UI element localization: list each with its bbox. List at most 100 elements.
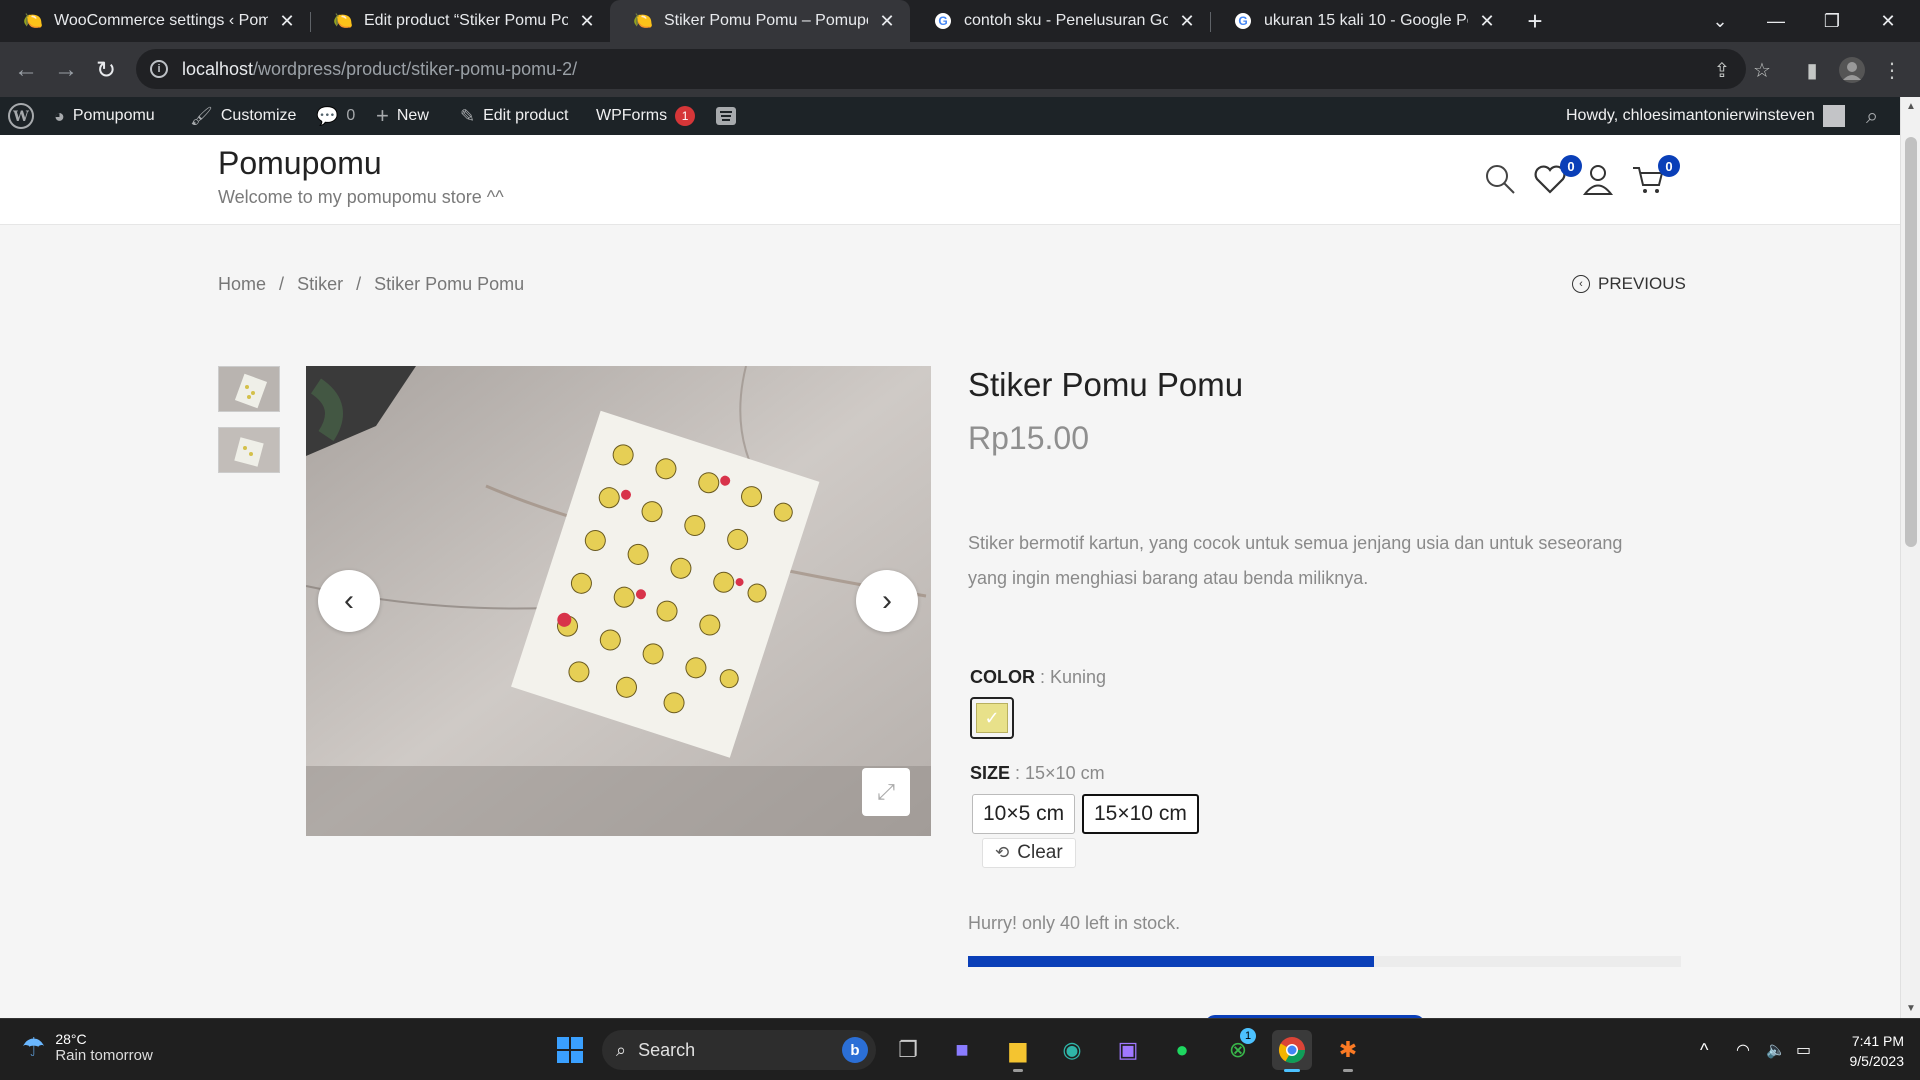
close-icon[interactable]: ✕ — [1178, 11, 1196, 32]
gallery-thumbnail[interactable] — [218, 366, 280, 412]
check-icon: ✓ — [984, 707, 1000, 728]
tray-overflow-chevron-icon[interactable]: ^ — [1700, 1019, 1708, 1080]
weather-widget[interactable]: ☂ 28°C Rain tomorrow — [22, 1031, 153, 1064]
breadcrumb: Home / Stiker / Stiker Pomu Pomu — [218, 274, 532, 295]
file-explorer-icon[interactable]: ▆ — [998, 1030, 1038, 1072]
tab-title: Edit product “Stiker Pomu Pomu” ‹ Pomupo… — [364, 12, 568, 29]
stock-progress-bar — [968, 956, 1681, 967]
new-label: New — [396, 107, 429, 124]
admin-comments[interactable]: 💬 0 — [316, 97, 355, 135]
tab-edit-product[interactable]: 🍋 Edit product “Stiker Pomu Pomu” ‹ Pomu… — [310, 0, 610, 42]
gallery-prev-button[interactable]: ‹ — [318, 570, 380, 632]
rain-umbrella-icon: ☂ — [22, 1032, 46, 1062]
brush-icon: 🖌 — [190, 105, 213, 126]
reset-icon: ⟲ — [995, 843, 1010, 862]
size-label: SIZE — [970, 763, 1011, 783]
tab-google-search-sku[interactable]: G contoh sku - Penelusuran Google ✕ — [910, 0, 1210, 42]
windows-start-icon[interactable] — [550, 1030, 590, 1070]
speaker-muted-icon[interactable]: 🔈 — [1766, 1019, 1786, 1080]
gallery-thumbnail[interactable] — [218, 427, 280, 473]
weather-temperature: 28°C — [55, 1031, 87, 1047]
search-label: Search — [638, 1039, 696, 1060]
wpforms-notification-badge: 1 — [675, 106, 696, 126]
teams-chat-icon[interactable]: ■ — [942, 1030, 982, 1070]
plus-icon: + — [376, 103, 389, 128]
tab-google-search-size[interactable]: G ukuran 15 kali 10 - Google Penelusuran… — [1210, 0, 1510, 42]
bookmark-star-icon[interactable]: ☆ — [1748, 56, 1776, 84]
browser-toolbar: ← → ↻ i localhost/wordpress/product/stik… — [0, 42, 1920, 97]
edge-browser-icon[interactable]: ◉ — [1052, 1030, 1092, 1070]
breadcrumb-home[interactable]: Home — [218, 274, 266, 294]
tab-woocommerce-settings[interactable]: 🍋 WooCommerce settings ‹ Pomupomu ✕ — [0, 0, 310, 42]
close-icon[interactable]: ✕ — [1478, 11, 1496, 32]
close-window-button[interactable]: ✕ — [1860, 0, 1916, 42]
chevron-left-icon: ‹ — [1572, 275, 1590, 293]
profile-avatar[interactable] — [1838, 56, 1866, 84]
side-panel-icon[interactable]: ▮ — [1798, 56, 1826, 84]
share-icon[interactable]: ⇪ — [1708, 56, 1736, 84]
size-option-10x5[interactable]: 10×5 cm — [972, 794, 1076, 834]
address-bar[interactable]: i localhost/wordpress/product/stiker-pom… — [136, 49, 1746, 89]
admin-howdy-account[interactable]: Howdy, chloesimantonierwinsteven — [1566, 97, 1845, 135]
tab-search-chevron-icon[interactable]: ⌄ — [1692, 0, 1748, 42]
tab-product-page[interactable]: 🍋 Stiker Pomu Pomu – Pomupomu ✕ — [610, 0, 910, 42]
search-icon[interactable] — [1482, 161, 1518, 197]
clock-date: 9/5/2023 — [1849, 1053, 1905, 1069]
stock-progress-fill — [968, 956, 1375, 967]
tab-title: contoh sku - Penelusuran Google — [964, 12, 1168, 29]
howdy-label: Howdy, chloesimantonierwinsteven — [1566, 107, 1815, 124]
wifi-icon[interactable]: ◠ — [1736, 1019, 1750, 1080]
new-tab-button[interactable]: + — [1520, 6, 1550, 36]
account-user-icon[interactable] — [1580, 161, 1616, 197]
search-icon: ⌕ — [616, 1039, 627, 1060]
size-option-15x10[interactable]: 15×10 cm — [1082, 794, 1199, 834]
xampp-icon[interactable]: ✱ — [1328, 1030, 1368, 1072]
breadcrumb-current: Stiker Pomu Pomu — [374, 274, 525, 294]
site-header: Pomupomu Welcome to my pomupomu store ^^… — [0, 135, 1900, 225]
product-main-image[interactable] — [306, 366, 931, 836]
forward-button[interactable]: → — [48, 52, 84, 88]
color-selected-value: : Kuning — [1035, 667, 1107, 687]
close-icon[interactable]: ✕ — [578, 11, 596, 32]
site-info-icon[interactable]: i — [150, 60, 168, 78]
site-title[interactable]: Pomupomu — [218, 145, 382, 182]
admin-search-icon[interactable]: ⌕ — [1866, 97, 1878, 135]
wishlist-count-badge: 0 — [1560, 155, 1582, 177]
gallery-next-button[interactable]: › — [856, 570, 918, 632]
restore-button[interactable]: ❐ — [1804, 0, 1860, 42]
task-view-icon[interactable]: ❐ — [888, 1030, 928, 1070]
admin-plugin-icon[interactable] — [714, 97, 738, 135]
taskbar-clock[interactable]: 7:41 PM 9/5/2023 — [1828, 1031, 1905, 1071]
scroll-up-arrow[interactable]: ▲ — [1901, 101, 1920, 112]
scroll-down-arrow[interactable]: ▼ — [1901, 1003, 1920, 1014]
xbox-icon[interactable]: ⊗ 1 — [1218, 1028, 1258, 1070]
page-scrollbar[interactable]: ▲ ▼ — [1900, 97, 1920, 1018]
admin-edit-product[interactable]: ✎ Edit product — [460, 97, 568, 135]
spotify-icon[interactable]: ● — [1162, 1030, 1202, 1070]
admin-site-name[interactable]: ◕ Pomupomu — [54, 97, 155, 135]
pomupomu-favicon: 🍋 — [333, 13, 353, 30]
color-swatch-kuning[interactable]: ✓ — [970, 697, 1014, 739]
purple-app-icon[interactable]: ▣ — [1108, 1030, 1148, 1070]
admin-wpforms[interactable]: WPForms 1 — [596, 97, 696, 135]
admin-customize[interactable]: 🖌 Customize — [190, 97, 296, 135]
taskbar-search[interactable]: ⌕ Search b — [602, 1030, 876, 1070]
previous-product-link[interactable]: ‹ PREVIOUS — [1572, 274, 1686, 294]
chrome-taskbar-icon[interactable] — [1272, 1030, 1312, 1072]
battery-icon[interactable]: ▭ — [1796, 1019, 1811, 1080]
fullscreen-expand-icon[interactable]: ⤢ — [862, 768, 910, 816]
back-button[interactable]: ← — [8, 52, 44, 88]
breadcrumb-category[interactable]: Stiker — [297, 274, 343, 294]
comments-count: 0 — [346, 107, 356, 124]
xbox-notification-badge: 1 — [1240, 1028, 1256, 1044]
scrollbar-thumb[interactable] — [1905, 137, 1917, 547]
wordpress-logo-icon[interactable]: W — [8, 97, 34, 135]
chrome-menu-icon[interactable]: ⋮ — [1878, 56, 1906, 84]
user-avatar — [1822, 105, 1845, 127]
reload-button[interactable]: ↻ — [88, 52, 124, 88]
close-icon[interactable]: ✕ — [878, 11, 896, 32]
close-icon[interactable]: ✕ — [278, 11, 296, 32]
minimize-button[interactable]: — — [1748, 0, 1804, 42]
admin-new[interactable]: + New — [376, 97, 429, 135]
clear-selection-button[interactable]: ⟲ Clear — [982, 838, 1076, 868]
